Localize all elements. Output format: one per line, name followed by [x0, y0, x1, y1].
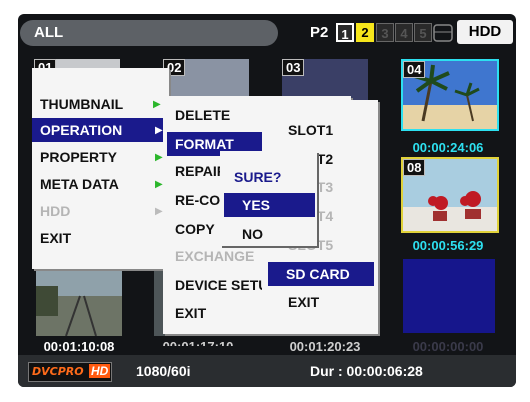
submenu-arrow-icon: ▶: [155, 206, 163, 217]
confirm-yes-option[interactable]: YES: [224, 193, 315, 217]
thumbnail-timecode: 00:00:24:06: [412, 140, 484, 155]
submenu-arrow-icon: ▶: [153, 99, 161, 110]
duration-label: Dur : 00:00:06:28: [310, 363, 423, 379]
thumbnail-timecode: 00:01:20:23: [289, 339, 361, 354]
bottom-status-bar: DVCPRO HD 1080/60i Dur : 00:00:06:28: [18, 355, 516, 387]
confirm-no-option[interactable]: NO: [224, 222, 315, 246]
camera-lcd-screen: ALL P2 1 2 3 4 5 HDD 01 02 03: [18, 14, 516, 387]
thumbnail-timecode: 00:01:10:08: [43, 339, 115, 354]
hdd-drive-icon: [433, 24, 453, 42]
thumbnail-empty[interactable]: [403, 259, 495, 333]
main-menu: THUMBNAIL ▶ OPERATION ▶ PROPERTY ▶ META …: [32, 68, 169, 269]
submenu-arrow-icon: ▶: [155, 179, 163, 190]
menu-item-property[interactable]: PROPERTY: [32, 145, 169, 169]
dvcpro-hd-logo: DVCPRO HD: [28, 362, 112, 382]
slot-3-indicator[interactable]: 3: [376, 23, 394, 42]
thumbnail-number: 08: [403, 159, 426, 176]
mode-pill[interactable]: ALL: [20, 20, 278, 46]
thumbnail-timecode: 00:00:56:29: [412, 238, 484, 253]
menu-item-exit[interactable]: EXIT: [280, 290, 370, 314]
thumbnail-number: 04: [403, 61, 426, 78]
railway-track-image: [36, 266, 122, 336]
slot-5-indicator[interactable]: 5: [414, 23, 432, 42]
thumbnail-08[interactable]: 08: [401, 157, 499, 233]
confirm-dialog: SURE? YES NO: [220, 151, 317, 246]
hd-logo-text: HD: [89, 364, 111, 378]
menu-item-sd-card[interactable]: SD CARD: [268, 262, 374, 286]
menu-item-exit[interactable]: EXIT: [32, 226, 169, 250]
mode-label: ALL: [34, 24, 64, 41]
confirm-title: SURE?: [234, 169, 282, 185]
thumbnail-timecode: 00:00:00:00: [412, 339, 484, 354]
p2-label: P2: [310, 24, 329, 41]
video-format-label: 1080/60i: [136, 363, 191, 379]
menu-item-hdd[interactable]: HDD: [32, 199, 169, 223]
thumbnail-04[interactable]: 04: [401, 59, 499, 131]
slot-4-indicator[interactable]: 4: [395, 23, 413, 42]
menu-item-thumbnail[interactable]: THUMBNAIL: [32, 92, 169, 116]
top-status-bar: ALL P2 1 2 3 4 5 HDD: [18, 20, 516, 46]
slot-2-indicator[interactable]: 2: [356, 23, 374, 42]
hdd-label[interactable]: HDD: [457, 20, 513, 44]
thumbnail-row3-1[interactable]: [36, 266, 122, 336]
dvcpro-logo-text: DVCPRO: [32, 365, 84, 378]
thumbnail-timecode: 00:01:17:10: [153, 339, 243, 346]
menu-item-meta-data[interactable]: META DATA: [32, 172, 169, 196]
menu-item-operation[interactable]: OPERATION: [32, 118, 169, 142]
submenu-arrow-icon: ▶: [155, 125, 163, 136]
slot-1-indicator[interactable]: 1: [336, 23, 354, 42]
thumbnail-number: 03: [282, 59, 305, 76]
menu-item-slot1[interactable]: SLOT1: [280, 118, 370, 142]
submenu-arrow-icon: ▶: [155, 152, 163, 163]
